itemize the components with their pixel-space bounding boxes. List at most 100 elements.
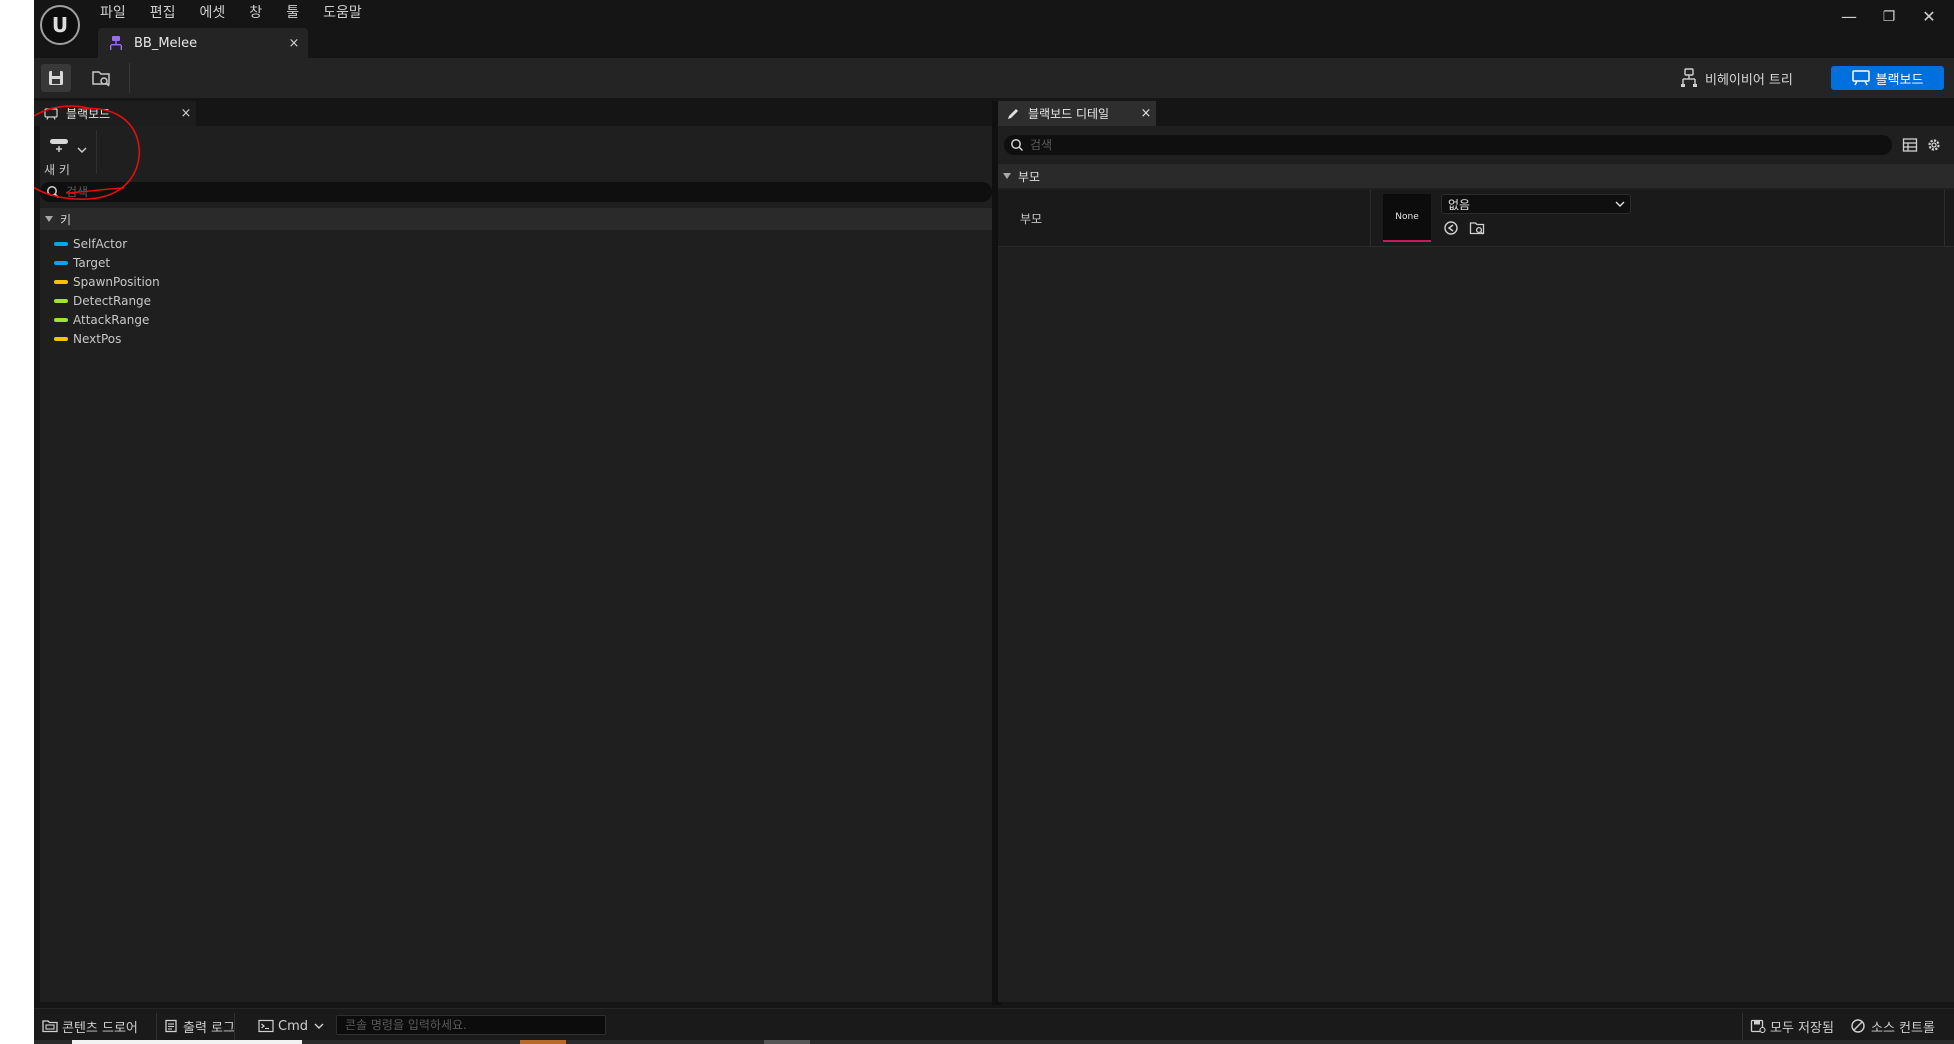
parent-asset-combo-value: 없음 (1448, 197, 1471, 212)
details-panel: 부모 부모 None 없음 (998, 126, 1954, 1002)
menu-tools[interactable]: 툴 (274, 2, 311, 24)
key-name: Target (73, 255, 111, 270)
save-all-status[interactable]: 모두 저장됨 (1750, 1017, 1834, 1036)
key-type-pill-icon (54, 336, 68, 341)
asset-tab[interactable]: BB_Melee × (98, 28, 308, 58)
pencil-icon (1008, 108, 1018, 119)
list-item[interactable]: AttackRange (40, 310, 992, 329)
menu-edit[interactable]: 편집 (138, 2, 188, 24)
annotation-strike (65, 187, 125, 194)
source-control-button[interactable]: 소스 컨트롤 (1850, 1017, 1935, 1036)
content-drawer-button[interactable]: 콘텐츠 드로어 (42, 1017, 138, 1036)
key-type-pill-icon (54, 317, 68, 322)
blackboard-mode-label: 블랙보드 (1875, 72, 1924, 88)
details-search-input[interactable] (1030, 135, 1880, 155)
key-type-pill-icon (54, 260, 68, 265)
output-log-button[interactable]: 출력 로그 (164, 1017, 235, 1036)
behavior-tree-icon (110, 36, 122, 50)
status-separator (156, 1013, 157, 1041)
key-search-input[interactable] (66, 182, 966, 202)
key-name: DetectRange (73, 293, 152, 308)
tab-blackboard-details[interactable]: 블랙보드 디테일 × (998, 101, 1156, 126)
list-item[interactable]: NextPos (40, 329, 992, 348)
content-drawer-icon (42, 1020, 58, 1033)
property-column-splitter[interactable] (1370, 190, 1371, 246)
menu-bar: 파일 편집 에셋 창 툴 도움말 (100, 2, 374, 24)
browse-asset-button[interactable] (86, 64, 116, 92)
tab-blackboard-details-close-button[interactable]: × (1136, 106, 1156, 121)
keys-category-header[interactable]: 키 (40, 208, 992, 230)
console-command-input[interactable] (337, 1016, 605, 1034)
restore-button[interactable]: ❐ (1869, 0, 1909, 34)
key-name: NextPos (73, 331, 122, 346)
key-type-pill-icon (54, 279, 68, 284)
tab-blackboard-close-button[interactable]: × (176, 106, 196, 121)
status-separator (1742, 1013, 1743, 1041)
list-item[interactable]: DetectRange (40, 291, 992, 310)
table-view-icon[interactable] (1902, 137, 1918, 153)
title-bar: U 파일 편집 에셋 창 툴 도움말 BB_Melee × — ❐ ✕ (34, 0, 1954, 58)
key-name: AttackRange (73, 312, 150, 327)
asset-tab-title: BB_Melee (134, 35, 198, 51)
list-item[interactable]: Target (40, 253, 992, 272)
details-search-box (1004, 135, 1892, 155)
editor-window: U 파일 편집 에셋 창 툴 도움말 BB_Melee × — ❐ ✕ 비헤이비… (34, 0, 1954, 1044)
source-control-off-icon (1851, 1019, 1865, 1033)
save-button[interactable] (41, 64, 71, 92)
list-item[interactable]: SelfActor (40, 234, 992, 253)
blackboard-mode-icon (1851, 70, 1870, 86)
keys-list: SelfActor Target SpawnPosition DetectRan… (40, 234, 992, 348)
output-log-label: 출력 로그 (183, 1020, 235, 1036)
gear-icon[interactable] (1926, 137, 1942, 153)
behavior-tree-mode-icon (1681, 68, 1697, 87)
blackboard-panel: 새 키 키 SelfActor Target SpawnPosition (40, 126, 992, 1002)
search-icon (1011, 139, 1024, 152)
parent-category-label: 부모 (1018, 169, 1041, 184)
terminal-icon (258, 1019, 274, 1033)
taskbar-strip (34, 1040, 1954, 1044)
save-status-icon (1750, 1019, 1766, 1033)
thumbnail-text: None (1395, 212, 1419, 222)
asset-tab-close-button[interactable]: × (284, 36, 304, 51)
toolbar-separator (129, 63, 130, 93)
parent-asset-combo[interactable]: 없음 (1441, 194, 1631, 214)
use-selected-asset-icon[interactable] (1443, 220, 1459, 236)
folder-search-icon (92, 71, 110, 87)
parent-category-header[interactable]: 부모 (998, 164, 1954, 188)
behavior-tree-mode-label: 비헤이비어 트리 (1705, 72, 1793, 88)
output-log-icon (165, 1019, 177, 1033)
toolbar: 비헤이비어 트리 블랙보드 (34, 58, 1954, 98)
save-all-label: 모두 저장됨 (1770, 1020, 1834, 1036)
content-drawer-label: 콘텐츠 드로어 (62, 1020, 138, 1036)
save-icon (49, 71, 63, 85)
menu-asset[interactable]: 에셋 (188, 2, 238, 24)
taskbar-highlight (520, 1040, 566, 1044)
minimize-button[interactable]: — (1829, 0, 1869, 34)
unreal-logo-icon[interactable]: U (40, 5, 80, 45)
list-item[interactable]: SpawnPosition (40, 272, 992, 291)
asset-thumbnail[interactable]: None (1383, 194, 1431, 242)
key-name: SelfActor (73, 236, 128, 251)
expand-triangle-icon (45, 216, 53, 222)
property-name: 부모 (1020, 212, 1043, 226)
status-bar: 콘텐츠 드로어 출력 로그 Cmd 모두 저장됨 소스 컨트롤 (34, 1008, 1954, 1044)
console-command-box (336, 1015, 606, 1035)
property-row-edge (1944, 190, 1945, 246)
cmd-selector[interactable]: Cmd (258, 1017, 324, 1035)
key-type-pill-icon (54, 298, 68, 303)
tab-blackboard-details-label: 블랙보드 디테일 (1028, 107, 1110, 121)
taskbar-highlight (72, 1040, 302, 1044)
menu-help[interactable]: 도움말 (311, 2, 374, 24)
key-type-pill-icon (54, 241, 68, 246)
close-button[interactable]: ✕ (1909, 0, 1949, 34)
browse-asset-icon[interactable] (1469, 220, 1485, 236)
chevron-down-icon (1610, 194, 1630, 214)
blackboard-mode-button[interactable]: 블랙보드 (1831, 66, 1944, 90)
behavior-tree-mode-button[interactable]: 비헤이비어 트리 (1679, 66, 1793, 90)
menu-file[interactable]: 파일 (100, 2, 138, 24)
taskbar-highlight (764, 1040, 810, 1044)
menu-window[interactable]: 창 (237, 2, 274, 24)
expand-triangle-icon (1003, 173, 1011, 179)
status-separator (234, 1013, 235, 1041)
key-search-box (40, 182, 992, 202)
